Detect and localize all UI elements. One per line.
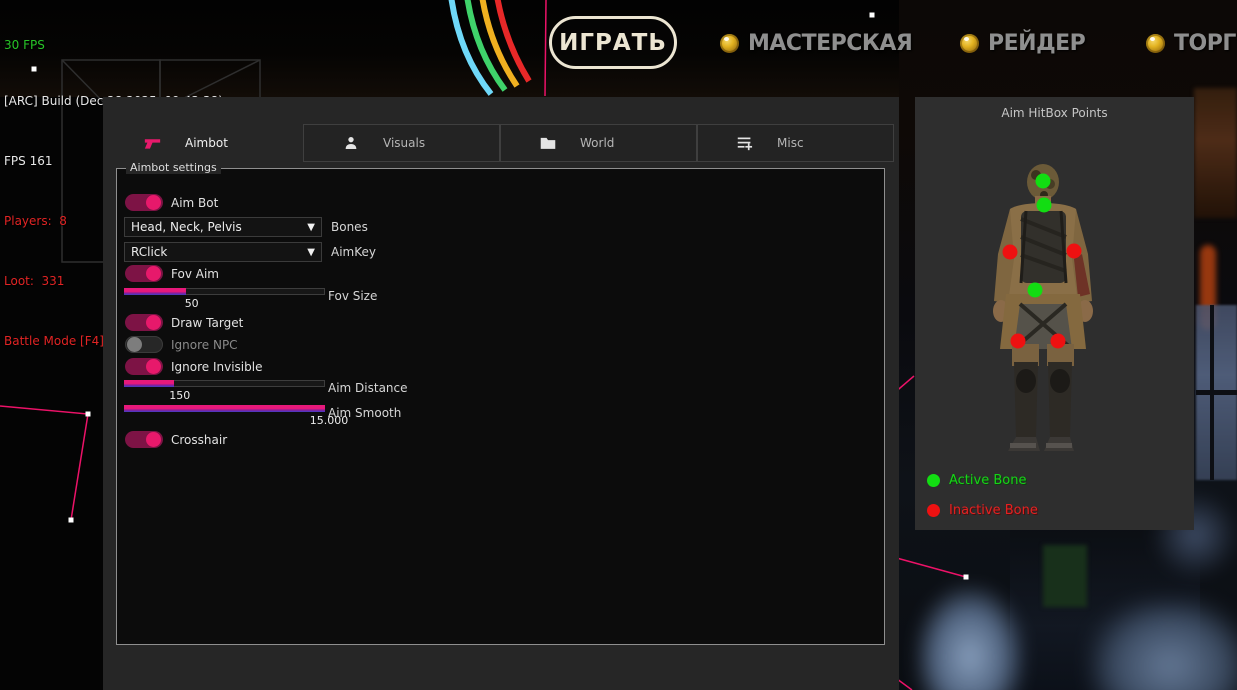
aimkey-dropdown[interactable]: RClick ▼ <box>124 242 322 262</box>
ignore-npc-toggle[interactable] <box>125 336 163 353</box>
toggle-knob <box>146 359 161 374</box>
tab-label: World <box>580 136 614 150</box>
legend-label: Active Bone <box>949 473 1026 488</box>
draw-target-toggle[interactable] <box>125 314 163 331</box>
cheat-menu-panel: Aimbot Visuals World Misc Aimbot setting… <box>103 97 899 690</box>
tab-label: Misc <box>777 136 804 150</box>
bone-point-right-arm[interactable] <box>1067 244 1082 259</box>
coin-icon <box>1146 34 1165 53</box>
person-icon <box>342 135 359 152</box>
dropdown-value: Head, Neck, Pelvis <box>131 220 242 234</box>
toggle-knob <box>146 432 161 447</box>
menu-item-workshop[interactable]: МАСТЕРСКАЯ <box>720 28 912 58</box>
menu-item-label: ТОРГО <box>1174 31 1237 56</box>
slider-value: 150 <box>169 389 190 402</box>
slider-fill <box>124 288 186 295</box>
ignore-npc-label: Ignore NPC <box>171 338 238 352</box>
legend-label: Inactive Bone <box>949 503 1038 518</box>
menu-item-label: МАСТЕРСКАЯ <box>748 31 912 56</box>
slider-fill <box>124 380 174 387</box>
aim-bot-toggle[interactable] <box>125 194 163 211</box>
aim-distance-label: Aim Distance <box>328 381 408 395</box>
tab-misc[interactable]: Misc <box>697 124 894 162</box>
pistol-icon <box>144 135 161 152</box>
bone-point-pelvis[interactable] <box>1028 283 1043 298</box>
active-bone-dot-icon <box>927 474 940 487</box>
crosshair-toggle[interactable] <box>125 431 163 448</box>
chevron-down-icon: ▼ <box>307 247 315 258</box>
toggle-knob <box>146 315 161 330</box>
aim-smooth-slider[interactable]: 15.000 <box>124 405 325 412</box>
coin-icon <box>720 34 739 53</box>
aim-bot-label: Aim Bot <box>171 196 218 210</box>
aim-distance-slider[interactable]: 150 <box>124 380 325 387</box>
aimbot-settings-group: Aimbot settings Aim Bot Head, Neck, Pelv… <box>116 168 885 645</box>
tab-visuals[interactable]: Visuals <box>303 124 500 162</box>
fov-aim-toggle[interactable] <box>125 265 163 282</box>
bone-point-head[interactable] <box>1036 174 1051 189</box>
hitbox-panel: Aim HitBox Points <box>915 97 1194 530</box>
playlist-add-icon <box>736 135 753 152</box>
tab-label: Aimbot <box>185 136 228 150</box>
tab-aimbot[interactable]: Aimbot <box>106 124 303 162</box>
menu-item-raider[interactable]: РЕЙДЕР <box>960 28 1085 58</box>
toggle-knob <box>146 195 161 210</box>
fps-overlay-text: 30 FPS <box>4 40 223 51</box>
dropdown-value: RClick <box>131 245 167 259</box>
tab-label: Visuals <box>383 136 425 150</box>
bones-label: Bones <box>331 220 368 234</box>
inactive-bone-dot-icon <box>927 504 940 517</box>
fov-size-label: Fov Size <box>328 289 377 303</box>
tab-world[interactable]: World <box>500 124 697 162</box>
menu-item-label: РЕЙДЕР <box>988 31 1085 56</box>
toggle-knob <box>127 337 142 352</box>
slider-fill <box>124 405 325 412</box>
slider-value: 50 <box>185 297 199 310</box>
toggle-knob <box>146 266 161 281</box>
draw-target-label: Draw Target <box>171 316 243 330</box>
folder-icon <box>539 135 556 152</box>
fov-size-slider[interactable]: 50 <box>124 288 325 295</box>
bone-point-right-thigh[interactable] <box>1051 334 1066 349</box>
menu-item-market[interactable]: ТОРГО <box>1146 28 1237 58</box>
play-button[interactable]: ИГРАТЬ <box>549 16 677 69</box>
bones-dropdown[interactable]: Head, Neck, Pelvis ▼ <box>124 217 322 237</box>
fov-aim-label: Fov Aim <box>171 267 219 281</box>
legend-active-bone: Active Bone <box>927 473 1026 488</box>
crosshair-label: Crosshair <box>171 433 227 447</box>
legend-inactive-bone: Inactive Bone <box>927 503 1038 518</box>
bone-point-left-thigh[interactable] <box>1011 334 1026 349</box>
bone-point-left-arm[interactable] <box>1003 245 1018 260</box>
ignore-invisible-toggle[interactable] <box>125 358 163 375</box>
ignore-invisible-label: Ignore Invisible <box>171 360 262 374</box>
bone-point-neck[interactable] <box>1037 198 1052 213</box>
aimkey-label: AimKey <box>331 245 376 259</box>
hitbox-points-layer <box>915 97 1194 530</box>
aim-smooth-label: Aim Smooth <box>328 406 401 420</box>
chevron-down-icon: ▼ <box>307 222 315 233</box>
group-title: Aimbot settings <box>126 161 221 174</box>
screen: 30 FPS [ARC] Build (Dec 28 2025, 09:43:3… <box>0 0 1237 690</box>
coin-icon <box>960 34 979 53</box>
